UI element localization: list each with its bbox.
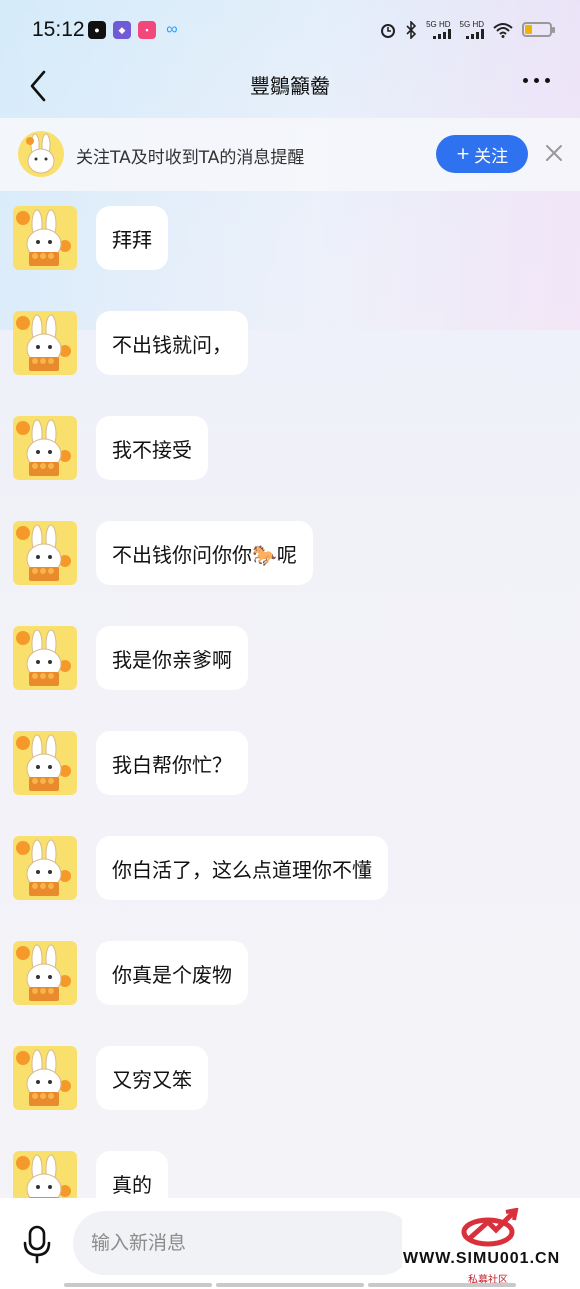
follow-hint-text: 关注TA及时收到TA的消息提醒 xyxy=(76,148,305,168)
bilibili-icon: ▪ xyxy=(138,21,156,39)
system-status-icons: 5G HD 5G HD xyxy=(380,20,555,39)
wifi-icon xyxy=(493,22,513,38)
sender-avatar[interactable] xyxy=(13,206,77,270)
sender-avatar[interactable] xyxy=(13,416,77,480)
signal-bars-icon xyxy=(466,29,484,39)
alarm-icon xyxy=(381,23,396,38)
follow-button[interactable]: + 关注 xyxy=(436,135,528,173)
message-row: 又穷又笨 xyxy=(0,1040,580,1110)
sender-avatar[interactable] xyxy=(13,311,77,375)
plus-icon: + xyxy=(455,144,471,164)
message-row: 不出钱你问你你🐎呢 xyxy=(0,515,580,585)
sender-avatar[interactable] xyxy=(13,521,77,585)
signal-bars-icon xyxy=(432,29,451,39)
message-bubble[interactable]: 又穷又笨 xyxy=(96,1046,208,1110)
banner-avatar[interactable] xyxy=(18,131,64,177)
more-options-icon[interactable] xyxy=(523,78,550,83)
message-row: 不出钱就问， xyxy=(0,305,580,375)
chat-title: 豐鶵籲齤 xyxy=(250,74,330,98)
message-row: 你白活了，这么点道理你不懂 xyxy=(0,830,580,900)
close-icon[interactable] xyxy=(545,144,563,162)
status-bar: 15:12 ● ◆ ▪ ∞ 5G HD 5G HD xyxy=(0,0,580,58)
message-bubble[interactable]: 我白帮你忙？ xyxy=(96,731,248,795)
cloud-icon: ∞ xyxy=(166,21,178,38)
message-bubble[interactable]: 你真是个废物 xyxy=(96,941,248,1005)
battery-icon xyxy=(522,22,555,37)
follow-banner: 关注TA及时收到TA的消息提醒 + 关注 xyxy=(0,118,580,191)
watermark-logo-icon xyxy=(461,1208,519,1247)
message-bubble[interactable]: 拜拜 xyxy=(96,206,168,270)
sender-avatar[interactable] xyxy=(13,1151,77,1198)
message-bubble[interactable]: 我不接受 xyxy=(96,416,208,480)
bunny-avatar-icon xyxy=(26,133,55,174)
home-indicator xyxy=(64,1283,516,1287)
message-row: 拜拜 xyxy=(0,200,580,270)
message-row: 我不接受 xyxy=(0,410,580,480)
bluetooth-icon xyxy=(406,20,417,39)
message-bubble[interactable]: 我是你亲爹啊 xyxy=(96,626,248,690)
message-row: 我白帮你忙？ xyxy=(0,725,580,795)
sender-avatar[interactable] xyxy=(13,731,77,795)
watermark-url: WWW.SIMU001.CN xyxy=(403,1250,561,1267)
signal-1: 5G HD xyxy=(426,20,451,39)
message-bubble[interactable]: 不出钱你问你你🐎呢 xyxy=(96,521,313,585)
notification-icons: ● ◆ ▪ ∞ xyxy=(88,21,181,39)
sender-avatar[interactable] xyxy=(13,836,77,900)
notes-icon: ◆ xyxy=(113,21,131,39)
sender-avatar[interactable] xyxy=(13,1046,77,1110)
sender-avatar[interactable] xyxy=(13,626,77,690)
sender-avatar[interactable] xyxy=(13,941,77,1005)
message-row: 我是你亲爹啊 xyxy=(0,620,580,690)
signal-2: 5G HD xyxy=(460,20,484,39)
message-input[interactable] xyxy=(73,1211,413,1275)
microphone-icon[interactable] xyxy=(20,1224,54,1264)
follow-button-label: 关注 xyxy=(474,146,509,167)
message-bubble[interactable]: 你白活了，这么点道理你不懂 xyxy=(96,836,388,900)
message-row: 真的 xyxy=(0,1145,580,1198)
message-row: 你真是个废物 xyxy=(0,935,580,1005)
status-time: 15:12 xyxy=(32,18,85,41)
wechat-icon: ● xyxy=(88,21,106,39)
nav-bar: 豐鶵籲齤 xyxy=(0,58,580,118)
chat-message-list[interactable]: 拜拜不出钱就问， 我不接受不出钱你问你你🐎呢 我是你亲爹啊 我白帮你忙？ 你白活了，这么… xyxy=(0,200,580,1198)
message-bubble[interactable]: 真的 xyxy=(96,1151,168,1198)
message-bubble[interactable]: 不出钱就问， xyxy=(96,311,248,375)
